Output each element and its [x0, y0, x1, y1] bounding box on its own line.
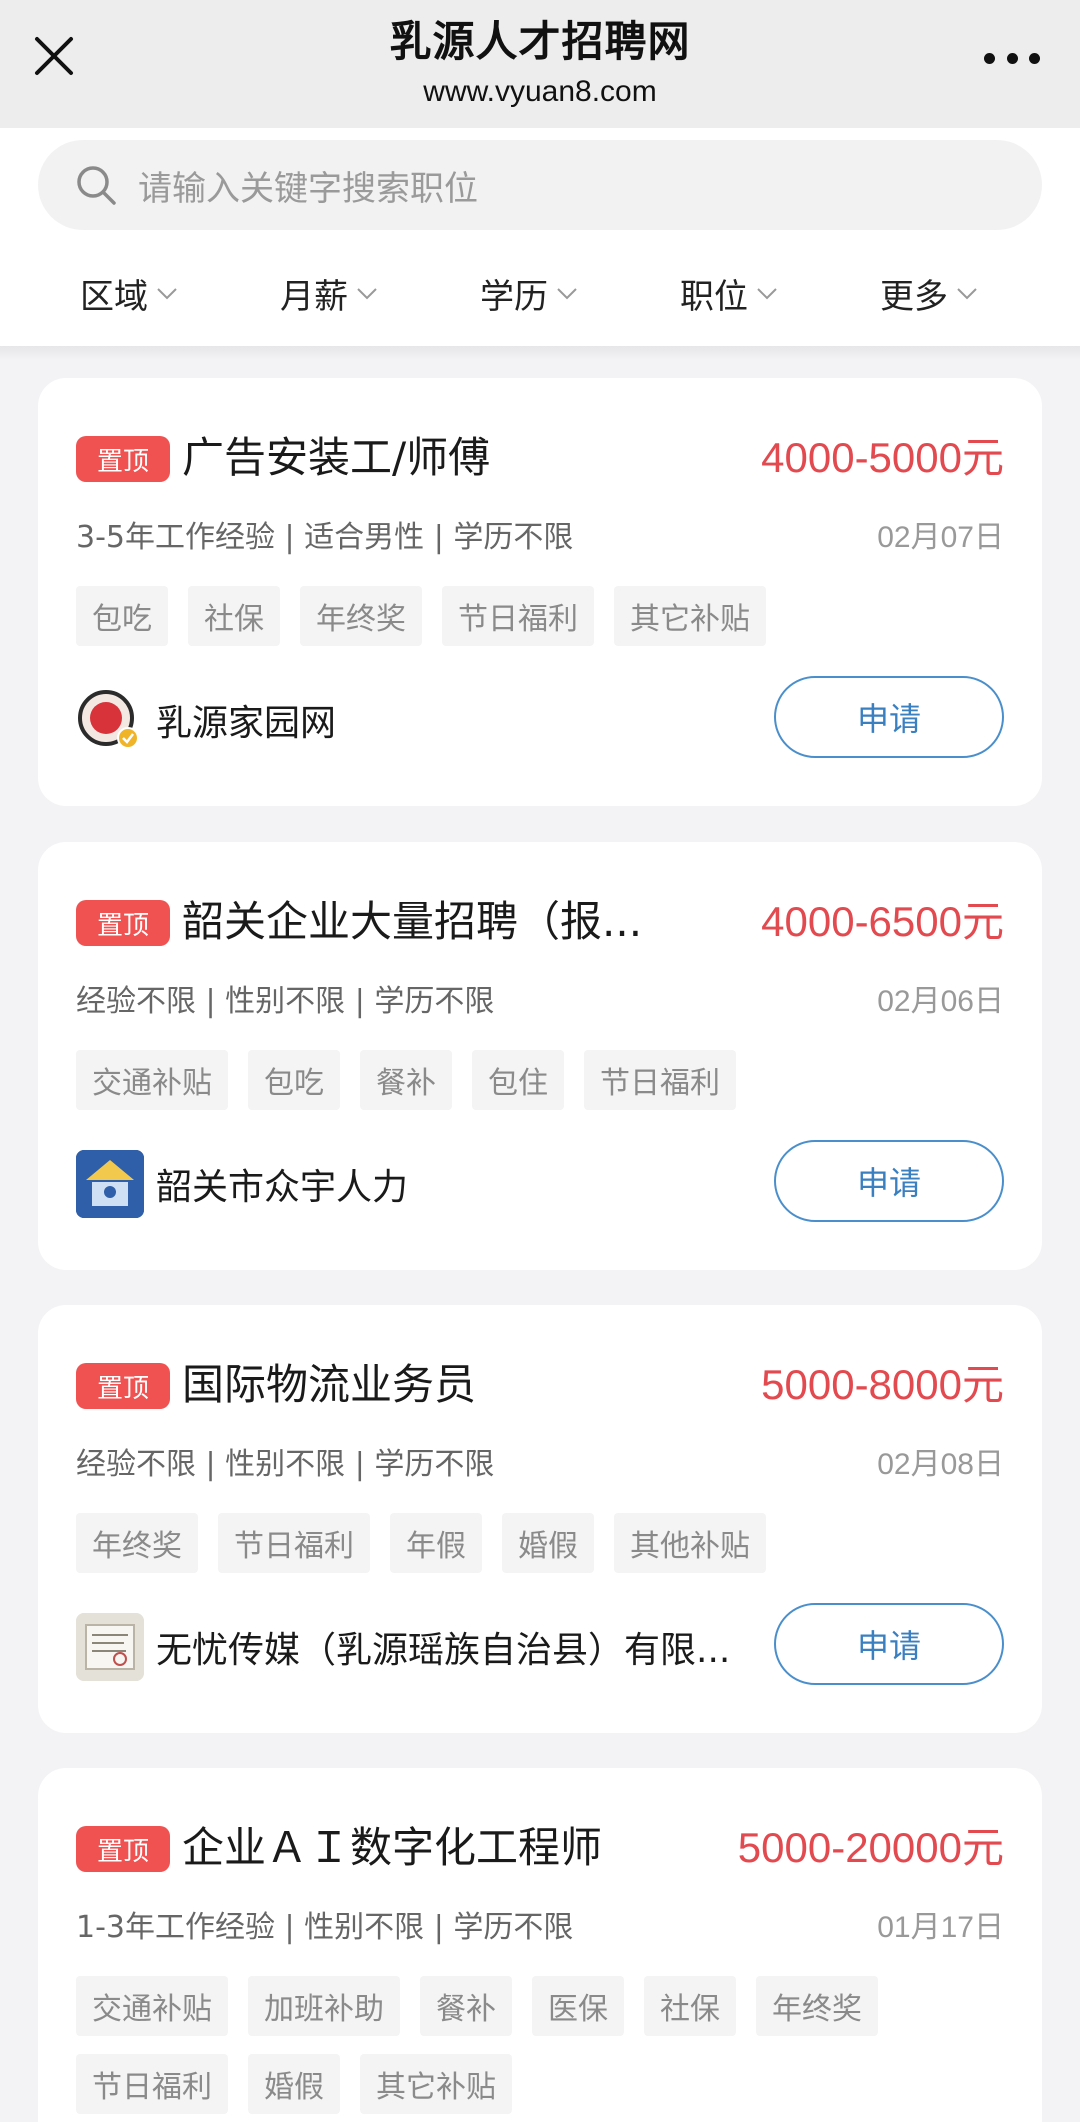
benefit-tag: 包吃 — [248, 1050, 340, 1110]
search-placeholder: 请输入关键字搜索职位 — [138, 168, 478, 209]
chevron-down-icon — [357, 288, 377, 300]
filter-more[interactable]: 更多 — [880, 268, 980, 318]
benefit-tag: 节日福利 — [584, 1050, 736, 1110]
page-title: 乳源人才招聘网 — [389, 17, 691, 66]
title-block: 乳源人才招聘网 www.vyuan8.com — [0, 14, 1080, 112]
job-date: 02月06日 — [877, 985, 1004, 1018]
benefit-tag: 其他补贴 — [614, 1513, 766, 1573]
job-card[interactable]: 置顶 企业ＡＩ数字化工程师 5000-20000元 1-3年工作经验 | 性别不… — [38, 1768, 1042, 2122]
benefit-tag: 节日福利 — [76, 2054, 228, 2114]
benefit-tag: 社保 — [188, 586, 280, 646]
company-name: 韶关市众宇人力 — [156, 1167, 409, 1208]
benefit-tag: 餐补 — [420, 1976, 512, 2036]
company-logo — [76, 1613, 144, 1681]
search-filter-area: 请输入关键字搜索职位 区域 月薪 学历 职位 更多 — [0, 128, 1080, 346]
company-logo-icon — [76, 1150, 144, 1218]
job-salary: 4000-6500元 — [761, 898, 1004, 945]
job-salary: 5000-20000元 — [737, 1824, 1004, 1871]
company-logo — [76, 1150, 144, 1218]
filter-education[interactable]: 学历 — [480, 268, 580, 318]
company-info[interactable]: 无忧传媒（乳源瑶族自治县）有限... — [76, 1613, 730, 1681]
job-card[interactable]: 置顶 广告安装工/师傅 4000-5000元 3-5年工作经验 | 适合男性 |… — [38, 378, 1042, 806]
filter-region[interactable]: 区域 — [80, 268, 180, 318]
job-title[interactable]: 国际物流业务员 — [182, 1355, 476, 1415]
benefit-tags: 年终奖 节日福利 年假 婚假 其他补贴 — [76, 1513, 1006, 1573]
company-info[interactable]: 乳源家园网 — [76, 686, 336, 754]
job-requirements: 3-5年工作经验 | 适合男性 | 学历不限 — [76, 520, 574, 555]
company-logo — [76, 686, 144, 754]
filter-row: 区域 月薪 学历 职位 更多 — [0, 240, 1080, 346]
chevron-down-icon — [157, 288, 177, 300]
benefit-tag: 节日福利 — [218, 1513, 370, 1573]
benefit-tag: 社保 — [644, 1976, 736, 2036]
benefit-tag: 节日福利 — [442, 586, 594, 646]
job-title[interactable]: 企业ＡＩ数字化工程师 — [182, 1818, 602, 1878]
benefit-tag: 交通补贴 — [76, 1976, 228, 2036]
benefit-tag: 其它补贴 — [360, 2054, 512, 2114]
job-title[interactable]: 韶关企业大量招聘（报... — [182, 892, 642, 952]
job-requirements: 1-3年工作经验 | 性别不限 | 学历不限 — [76, 1910, 574, 1945]
benefit-tag: 年终奖 — [76, 1513, 198, 1573]
job-date: 02月08日 — [877, 1448, 1004, 1481]
company-name: 乳源家园网 — [156, 703, 337, 744]
search-icon — [77, 166, 116, 205]
benefit-tag: 包住 — [472, 1050, 564, 1110]
job-salary: 4000-5000元 — [761, 434, 1004, 481]
more-dots-icon — [984, 52, 995, 64]
benefit-tag: 年终奖 — [300, 586, 422, 646]
filter-salary[interactable]: 月薪 — [280, 268, 380, 318]
filter-label: 学历 — [480, 276, 548, 317]
job-salary: 5000-8000元 — [761, 1361, 1004, 1408]
search-input[interactable]: 请输入关键字搜索职位 — [38, 140, 1042, 230]
company-logo-icon — [76, 1613, 144, 1681]
job-date: 01月17日 — [877, 1911, 1004, 1944]
job-card[interactable]: 置顶 国际物流业务员 5000-8000元 经验不限 | 性别不限 | 学历不限… — [38, 1305, 1042, 1733]
benefit-tags: 交通补贴 包吃 餐补 包住 节日福利 — [76, 1050, 1006, 1110]
chevron-down-icon — [557, 288, 577, 300]
filter-label: 更多 — [880, 276, 948, 317]
apply-button[interactable]: 申请 — [774, 1603, 1004, 1685]
job-requirements: 经验不限 | 性别不限 | 学历不限 — [76, 1447, 495, 1482]
top-bar: 乳源人才招聘网 www.vyuan8.com — [0, 0, 1080, 128]
benefit-tag: 婚假 — [502, 1513, 594, 1573]
company-info[interactable]: 韶关市众宇人力 — [76, 1150, 408, 1218]
divider — [0, 346, 1080, 360]
chevron-down-icon — [757, 288, 777, 300]
benefit-tag: 婚假 — [248, 2054, 340, 2114]
pinned-badge: 置顶 — [76, 900, 170, 946]
more-button[interactable] — [984, 48, 1040, 68]
job-title[interactable]: 广告安装工/师傅 — [182, 428, 490, 488]
chevron-down-icon — [957, 288, 977, 300]
filter-position[interactable]: 职位 — [680, 268, 780, 318]
benefit-tag: 年假 — [390, 1513, 482, 1573]
apply-button[interactable]: 申请 — [774, 676, 1004, 758]
benefit-tag: 医保 — [532, 1976, 624, 2036]
page-url: www.vyuan8.com — [423, 75, 657, 108]
filter-label: 区域 — [80, 276, 148, 317]
benefit-tag: 年终奖 — [756, 1976, 878, 2036]
filter-label: 月薪 — [280, 276, 348, 317]
company-logo-icon — [78, 690, 139, 749]
job-card[interactable]: 置顶 韶关企业大量招聘（报... 4000-6500元 经验不限 | 性别不限 … — [38, 842, 1042, 1270]
pinned-badge: 置顶 — [76, 1363, 170, 1409]
benefit-tags: 包吃 社保 年终奖 节日福利 其它补贴 — [76, 586, 1006, 646]
benefit-tags: 交通补贴 加班补助 餐补 医保 社保 年终奖 节日福利 婚假 其它补贴 — [76, 1976, 1006, 2114]
benefit-tag: 加班补助 — [248, 1976, 400, 2036]
apply-button[interactable]: 申请 — [774, 1140, 1004, 1222]
pinned-badge: 置顶 — [76, 436, 170, 482]
job-requirements: 经验不限 | 性别不限 | 学历不限 — [76, 984, 495, 1019]
job-date: 02月07日 — [877, 521, 1004, 554]
pinned-badge: 置顶 — [76, 1826, 170, 1872]
company-name: 无忧传媒（乳源瑶族自治县）有限... — [156, 1630, 731, 1671]
benefit-tag: 交通补贴 — [76, 1050, 228, 1110]
benefit-tag: 餐补 — [360, 1050, 452, 1110]
benefit-tag: 包吃 — [76, 586, 168, 646]
filter-label: 职位 — [680, 276, 748, 317]
benefit-tag: 其它补贴 — [614, 586, 766, 646]
